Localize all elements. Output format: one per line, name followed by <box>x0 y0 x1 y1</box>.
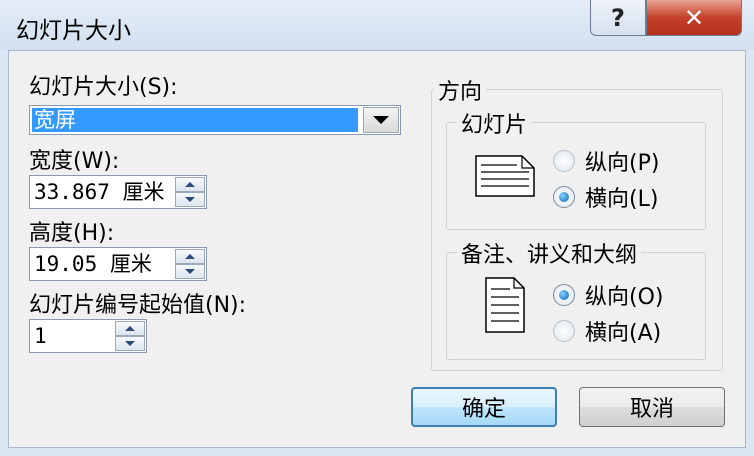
start-number-value[interactable]: 1 <box>34 320 47 352</box>
width-label: 宽度(W): <box>29 149 120 174</box>
height-decrement-button[interactable] <box>175 264 205 279</box>
landscape-page-icon <box>475 155 535 197</box>
close-icon: ✕ <box>683 3 705 32</box>
slides-portrait-label[interactable]: 纵向(P) <box>585 145 659 177</box>
orientation-label: 方向 <box>434 74 487 106</box>
notes-landscape-radio[interactable] <box>553 320 575 342</box>
height-increment-button[interactable] <box>175 249 205 264</box>
height-label: 高度(H): <box>29 221 115 246</box>
close-button[interactable]: ✕ <box>646 0 742 36</box>
notes-portrait-radio[interactable] <box>553 284 575 306</box>
start-number-decrement-button[interactable] <box>115 336 145 351</box>
slides-orientation-group: 幻灯片 纵向(P) 横向(L) <box>446 107 706 230</box>
notes-orientation-label: 备注、讲义和大纲 <box>457 237 642 269</box>
slides-landscape-label[interactable]: 横向(L) <box>585 181 658 213</box>
arrow-down-icon <box>125 341 135 346</box>
arrow-down-icon <box>185 197 195 202</box>
width-decrement-button[interactable] <box>175 192 205 207</box>
notes-portrait-label[interactable]: 纵向(O) <box>585 279 663 311</box>
window-title: 幻灯片大小 <box>16 18 131 44</box>
start-number-increment-button[interactable] <box>115 321 145 336</box>
arrow-up-icon <box>185 182 195 187</box>
title-bar: 幻灯片大小 ? ✕ <box>0 0 754 50</box>
portrait-page-icon <box>485 277 525 333</box>
help-icon: ? <box>611 3 625 32</box>
slide-size-dropdown[interactable]: 宽屏 <box>29 105 401 135</box>
arrow-up-icon <box>125 326 135 331</box>
help-button[interactable]: ? <box>590 0 646 36</box>
width-increment-button[interactable] <box>175 177 205 192</box>
width-stepper[interactable]: 33.867 厘米 <box>29 175 207 209</box>
notes-landscape-label[interactable]: 横向(A) <box>585 315 661 347</box>
slide-size-value: 宽屏 <box>32 108 358 132</box>
start-number-stepper[interactable]: 1 <box>29 319 147 353</box>
arrow-down-icon <box>185 269 195 274</box>
chevron-down-icon <box>373 116 389 124</box>
arrow-up-icon <box>185 254 195 259</box>
orientation-group: 方向 幻灯片 纵向(P) 横向(L) 备注、讲义和大纲 纵向(O) 横向(A) <box>431 74 723 371</box>
height-value[interactable]: 19.05 厘米 <box>34 248 152 280</box>
width-value[interactable]: 33.867 厘米 <box>34 176 165 208</box>
start-number-label: 幻灯片编号起始值(N): <box>29 293 247 318</box>
slides-landscape-radio[interactable] <box>553 186 575 208</box>
cancel-button[interactable]: 取消 <box>579 387 725 427</box>
notes-orientation-group: 备注、讲义和大纲 纵向(O) 横向(A) <box>446 237 706 360</box>
slides-orientation-label: 幻灯片 <box>457 107 532 139</box>
slides-portrait-radio[interactable] <box>553 150 575 172</box>
ok-button[interactable]: 确定 <box>411 387 557 427</box>
dialog-body: 幻灯片大小(S): 宽屏 宽度(W): 33.867 厘米 高度(H): 19.… <box>8 50 746 448</box>
slide-size-label: 幻灯片大小(S): <box>29 75 178 100</box>
height-stepper[interactable]: 19.05 厘米 <box>29 247 207 281</box>
dropdown-arrow-button[interactable] <box>363 107 399 133</box>
